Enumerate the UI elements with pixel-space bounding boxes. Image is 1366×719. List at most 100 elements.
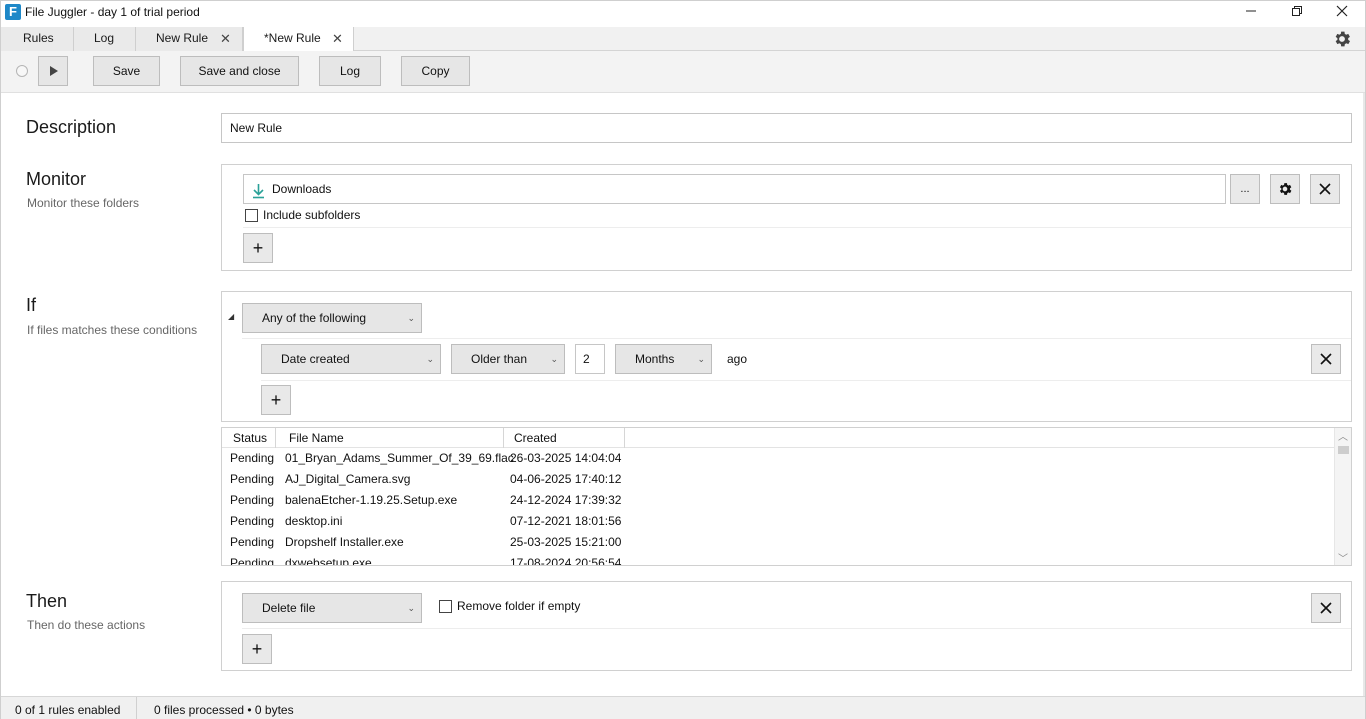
tab-label: Log xyxy=(94,31,115,45)
run-rule-button[interactable] xyxy=(38,56,68,86)
cell-status: Pending xyxy=(230,535,275,549)
condition-operator-select[interactable]: Older than ⌄ xyxy=(451,344,565,374)
settings-gear-icon[interactable] xyxy=(1332,29,1354,51)
scroll-up-icon[interactable]: ︿ xyxy=(1338,428,1348,443)
status-bar: 0 of 1 rules enabled 0 files processed •… xyxy=(1,696,1365,719)
cell-file-name: AJ_Digital_Camera.svg xyxy=(285,472,411,486)
include-subfolders-label: Include subfolders xyxy=(263,208,361,222)
scroll-thumb[interactable] xyxy=(1338,446,1349,454)
remove-folder-button[interactable] xyxy=(1310,174,1340,204)
action-value: Delete file xyxy=(262,601,316,615)
condition-suffix: ago xyxy=(727,352,748,366)
chevron-down-icon: ⌄ xyxy=(407,603,415,613)
remove-condition-button[interactable] xyxy=(1311,344,1341,374)
tab-bar: Rules Log New Rule ✕ *New Rule ✕ xyxy=(1,27,1365,52)
window-title: File Juggler - day 1 of trial period xyxy=(25,5,200,19)
monitor-title: Monitor xyxy=(26,169,87,189)
cell-created: 04-06-2025 17:40:12 xyxy=(510,472,622,486)
remove-action-button[interactable] xyxy=(1311,593,1341,623)
cell-status: Pending xyxy=(230,514,275,528)
table-row[interactable]: Pending AJ_Digital_Camera.svg 04-06-2025… xyxy=(222,469,1334,490)
chevron-down-icon: ⌄ xyxy=(426,354,434,364)
cell-created: 17-08-2024 20:56:54 xyxy=(510,556,622,566)
if-subtitle: If files matches these conditions xyxy=(27,323,198,337)
chevron-down-icon: ⌄ xyxy=(550,354,558,364)
column-status[interactable]: Status xyxy=(233,431,267,445)
remove-folder-checkbox[interactable] xyxy=(439,600,452,613)
add-condition-button[interactable]: + xyxy=(261,385,291,415)
cell-created: 07-12-2021 18:01:56 xyxy=(510,514,622,528)
cell-status: Pending xyxy=(230,451,275,465)
rule-enabled-toggle[interactable] xyxy=(16,65,28,77)
cell-status: Pending xyxy=(230,472,275,486)
browse-folder-button[interactable]: ... xyxy=(1230,174,1260,204)
close-window-button[interactable] xyxy=(1319,1,1365,25)
tab-label: *New Rule xyxy=(264,31,321,45)
add-action-button[interactable]: + xyxy=(242,634,272,664)
table-row[interactable]: Pending balenaEtcher-1.19.25.Setup.exe 2… xyxy=(222,490,1334,511)
save-button[interactable]: Save xyxy=(93,56,160,86)
match-mode-value: Any of the following xyxy=(262,311,367,325)
folder-name: Downloads xyxy=(272,182,332,196)
cell-file-name: desktop.ini xyxy=(285,514,343,528)
description-title: Description xyxy=(26,117,117,137)
tab-label: New Rule xyxy=(156,31,209,45)
action-select[interactable]: Delete file ⌄ xyxy=(242,593,422,623)
copy-button[interactable]: Copy xyxy=(401,56,470,86)
table-row[interactable]: Pending dxwebsetup.exe 17-08-2024 20:56:… xyxy=(222,553,1334,566)
close-icon xyxy=(1319,183,1331,195)
condition-field-value: Date created xyxy=(281,352,350,366)
condition-unit-value: Months xyxy=(635,352,675,366)
cell-file-name: Dropshelf Installer.exe xyxy=(285,535,404,549)
collapse-triangle-icon[interactable]: ◢ xyxy=(228,312,234,321)
tab-rules[interactable]: Rules xyxy=(1,27,74,51)
condition-operator-value: Older than xyxy=(471,352,528,366)
table-row[interactable]: Pending 01_Bryan_Adams_Summer_Of_39_69.f… xyxy=(222,448,1334,469)
rules-enabled-status: 0 of 1 rules enabled xyxy=(15,703,121,717)
tab-log[interactable]: Log xyxy=(74,27,136,51)
cell-file-name: 01_Bryan_Adams_Summer_Of_39_69.flac xyxy=(285,451,514,465)
chevron-down-icon: ⌄ xyxy=(697,354,705,364)
condition-field-select[interactable]: Date created ⌄ xyxy=(261,344,441,374)
condition-amount-input[interactable] xyxy=(575,344,605,374)
app-window: F File Juggler - day 1 of trial period R… xyxy=(0,0,1366,719)
save-and-close-button[interactable]: Save and close xyxy=(180,56,299,86)
actions-panel: Delete file ⌄ Remove folder if empty + xyxy=(221,581,1352,671)
remove-folder-label: Remove folder if empty xyxy=(457,599,581,613)
grid-scrollbar[interactable]: ︿ ﹀ xyxy=(1334,428,1351,565)
add-folder-button[interactable]: + xyxy=(243,233,273,263)
cell-status: Pending xyxy=(230,493,275,507)
tab-new-rule[interactable]: New Rule ✕ xyxy=(136,27,243,51)
column-created[interactable]: Created xyxy=(514,431,557,445)
right-border xyxy=(1363,93,1365,696)
minimize-button[interactable] xyxy=(1228,1,1274,25)
cell-file-name: dxwebsetup.exe xyxy=(285,556,372,566)
table-row[interactable]: Pending Dropshelf Installer.exe 25-03-20… xyxy=(222,532,1334,553)
restore-icon xyxy=(1292,6,1302,16)
match-mode-select[interactable]: Any of the following ⌄ xyxy=(242,303,422,333)
then-title: Then xyxy=(26,591,68,611)
tab-close-icon[interactable]: ✕ xyxy=(220,27,231,50)
description-input[interactable] xyxy=(221,113,1352,143)
folder-settings-button[interactable] xyxy=(1270,174,1300,204)
tab-close-icon[interactable]: ✕ xyxy=(332,27,343,50)
files-processed-status: 0 files processed • 0 bytes xyxy=(154,703,294,717)
column-file-name[interactable]: File Name xyxy=(289,431,344,445)
matching-files-grid: Status File Name Created Pending 01_Brya… xyxy=(221,427,1352,566)
restore-button[interactable] xyxy=(1274,1,1320,25)
table-row[interactable]: Pending desktop.ini 07-12-2021 18:01:56 xyxy=(222,511,1334,532)
close-icon xyxy=(1320,602,1332,614)
cell-file-name: balenaEtcher-1.19.25.Setup.exe xyxy=(285,493,458,507)
tab-new-rule-active[interactable]: *New Rule ✕ xyxy=(243,27,354,52)
include-subfolders-checkbox[interactable] xyxy=(245,209,258,222)
if-title: If xyxy=(26,295,37,315)
monitor-panel: Downloads ... Include subfolders + xyxy=(221,164,1352,271)
log-button[interactable]: Log xyxy=(319,56,381,86)
scroll-down-icon[interactable]: ﹀ xyxy=(1338,550,1348,565)
cell-status: Pending xyxy=(230,556,275,566)
download-arrow-icon xyxy=(252,181,265,209)
toolbar: Save Save and close Log Copy xyxy=(1,51,1365,93)
condition-unit-select[interactable]: Months ⌄ xyxy=(615,344,712,374)
minimize-icon xyxy=(1246,10,1256,12)
folder-path-field[interactable]: Downloads xyxy=(243,174,1226,204)
